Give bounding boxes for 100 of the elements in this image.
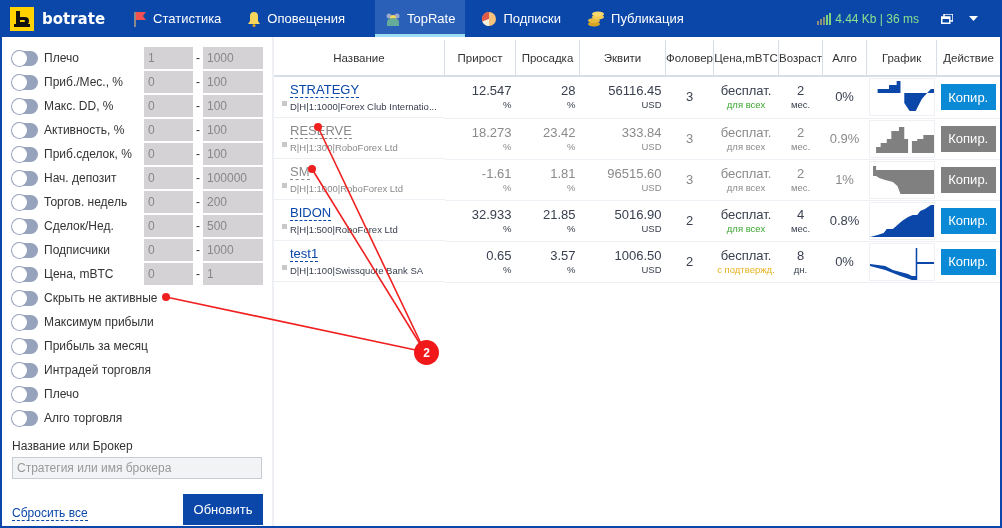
column-header[interactable]: Прирост (444, 40, 516, 76)
unit-label: % (502, 181, 512, 194)
toggle-switch[interactable] (12, 314, 38, 330)
copy-button[interactable]: Копир. (940, 125, 996, 152)
filter-label: Алго торговля (44, 411, 123, 425)
toggle-switch[interactable] (12, 362, 38, 378)
toggle-switch[interactable] (12, 266, 38, 282)
callout-badge: 2 (414, 340, 439, 365)
sparkline-chart (868, 242, 935, 281)
toggle-switch[interactable] (12, 50, 38, 66)
column-header[interactable]: Название (274, 40, 445, 76)
age-value: 8 (795, 247, 806, 264)
filter-label: Макс. DD, % (44, 99, 115, 113)
range-dash: - (195, 147, 201, 161)
column-header[interactable]: Возраст (778, 40, 823, 76)
algo-value: 0.9% (828, 130, 861, 147)
max-field[interactable]: 100000 (203, 167, 263, 189)
copy-button[interactable]: Копир. (940, 248, 996, 275)
max-field[interactable]: 100 (203, 119, 263, 141)
column-header[interactable]: Алго (822, 40, 867, 76)
strategy-link[interactable]: BIDON (290, 205, 332, 221)
toggle-switch[interactable] (12, 338, 38, 354)
toggle-switch[interactable] (12, 98, 38, 114)
max-field[interactable]: 100 (203, 71, 263, 93)
price-note: для всех (725, 181, 767, 194)
nav-tab[interactable]: Публикация (577, 0, 694, 37)
min-field[interactable]: 0 (144, 263, 193, 285)
toggle-switch[interactable] (12, 410, 38, 426)
max-field[interactable]: 100 (203, 95, 263, 117)
copy-button[interactable]: Копир. (940, 207, 996, 234)
sparkline-chart (868, 119, 935, 158)
min-field[interactable]: 0 (144, 119, 193, 141)
min-field[interactable]: 1 (144, 47, 193, 69)
nav-tab[interactable]: Статистика (123, 0, 232, 37)
toggle-switch[interactable] (12, 218, 38, 234)
max-field[interactable]: 500 (203, 215, 263, 237)
column-header[interactable]: Просадка (515, 40, 580, 76)
age-value: 2 (795, 124, 806, 141)
toggle-switch[interactable] (12, 194, 38, 210)
update-button[interactable]: Обновить (183, 494, 263, 525)
column-header[interactable]: Действие (936, 40, 1000, 76)
flag-icon (133, 10, 148, 27)
column-header[interactable]: Цена,mBTC (713, 40, 779, 76)
min-field[interactable]: 0 (144, 191, 193, 213)
max-field[interactable]: 1 (203, 263, 263, 285)
toggle-switch[interactable] (12, 290, 38, 306)
max-field[interactable]: 1000 (203, 47, 263, 69)
age-value: 4 (795, 206, 806, 223)
drawdown-value: 1.81 (549, 165, 576, 182)
unit-label: % (502, 140, 512, 153)
range-dash: - (195, 99, 201, 113)
toggle-switch[interactable] (12, 170, 38, 186)
toggle-switch[interactable] (12, 242, 38, 258)
copy-button[interactable]: Копир. (940, 166, 996, 193)
filter-label: Нач. депозит (44, 171, 118, 185)
max-field[interactable]: 100 (203, 143, 263, 165)
column-header[interactable]: График (866, 40, 937, 76)
bell-icon (247, 10, 262, 27)
strategy-link[interactable]: STRATEGY (290, 82, 360, 98)
min-field[interactable]: 0 (144, 143, 193, 165)
filter-label: Плечо (44, 387, 79, 401)
min-field[interactable]: 0 (144, 215, 193, 237)
max-field[interactable]: 200 (203, 191, 263, 213)
caret-icon[interactable] (969, 16, 978, 21)
toggle-switch[interactable] (12, 146, 38, 162)
currency-label: USD (640, 99, 662, 112)
search-field[interactable]: Стратегия или имя брокера (12, 457, 262, 479)
nav-tab[interactable]: TopRate (375, 0, 466, 37)
row-marker (282, 100, 287, 106)
strategy-details: D|H|1:1000|Forex Club Internatio... (290, 101, 437, 112)
min-field[interactable]: 0 (144, 95, 193, 117)
reset-link[interactable]: Сбросить все (12, 506, 88, 521)
filter-label: Цена, mBTC (44, 267, 115, 281)
toggle-switch[interactable] (12, 74, 38, 90)
unit-label: % (566, 140, 576, 153)
row-marker (282, 223, 287, 229)
copy-button[interactable]: Копир. (940, 84, 996, 111)
growth-value: -1.61 (480, 165, 512, 182)
max-field[interactable]: 1000 (203, 239, 263, 261)
price-note: для всех (725, 140, 767, 153)
currency-label: USD (640, 181, 662, 194)
min-field[interactable]: 0 (144, 239, 193, 261)
strategy-link[interactable]: test1 (290, 246, 319, 262)
nav-tab[interactable]: Оповещения (237, 0, 355, 37)
min-field[interactable]: 0 (144, 71, 193, 93)
followers-count: 2 (684, 253, 695, 270)
price-value: бесплат. (719, 165, 773, 182)
filter-label: Скрыть не активные (44, 291, 158, 305)
column-header[interactable]: Эквити (579, 40, 666, 76)
filter-label: Плечо (44, 51, 80, 65)
nav-tab[interactable]: Подписки (471, 0, 572, 37)
column-header[interactable]: Фоловер (665, 40, 714, 76)
min-field[interactable]: 0 (144, 167, 193, 189)
row-marker (282, 182, 287, 188)
toggle-switch[interactable] (12, 122, 38, 138)
filter-label: Приб.сделок, % (44, 147, 133, 161)
growth-value: 32.933 (470, 206, 512, 223)
filter-label: Активность, % (44, 123, 126, 137)
toggle-switch[interactable] (12, 386, 38, 402)
window-icon[interactable] (941, 13, 953, 24)
